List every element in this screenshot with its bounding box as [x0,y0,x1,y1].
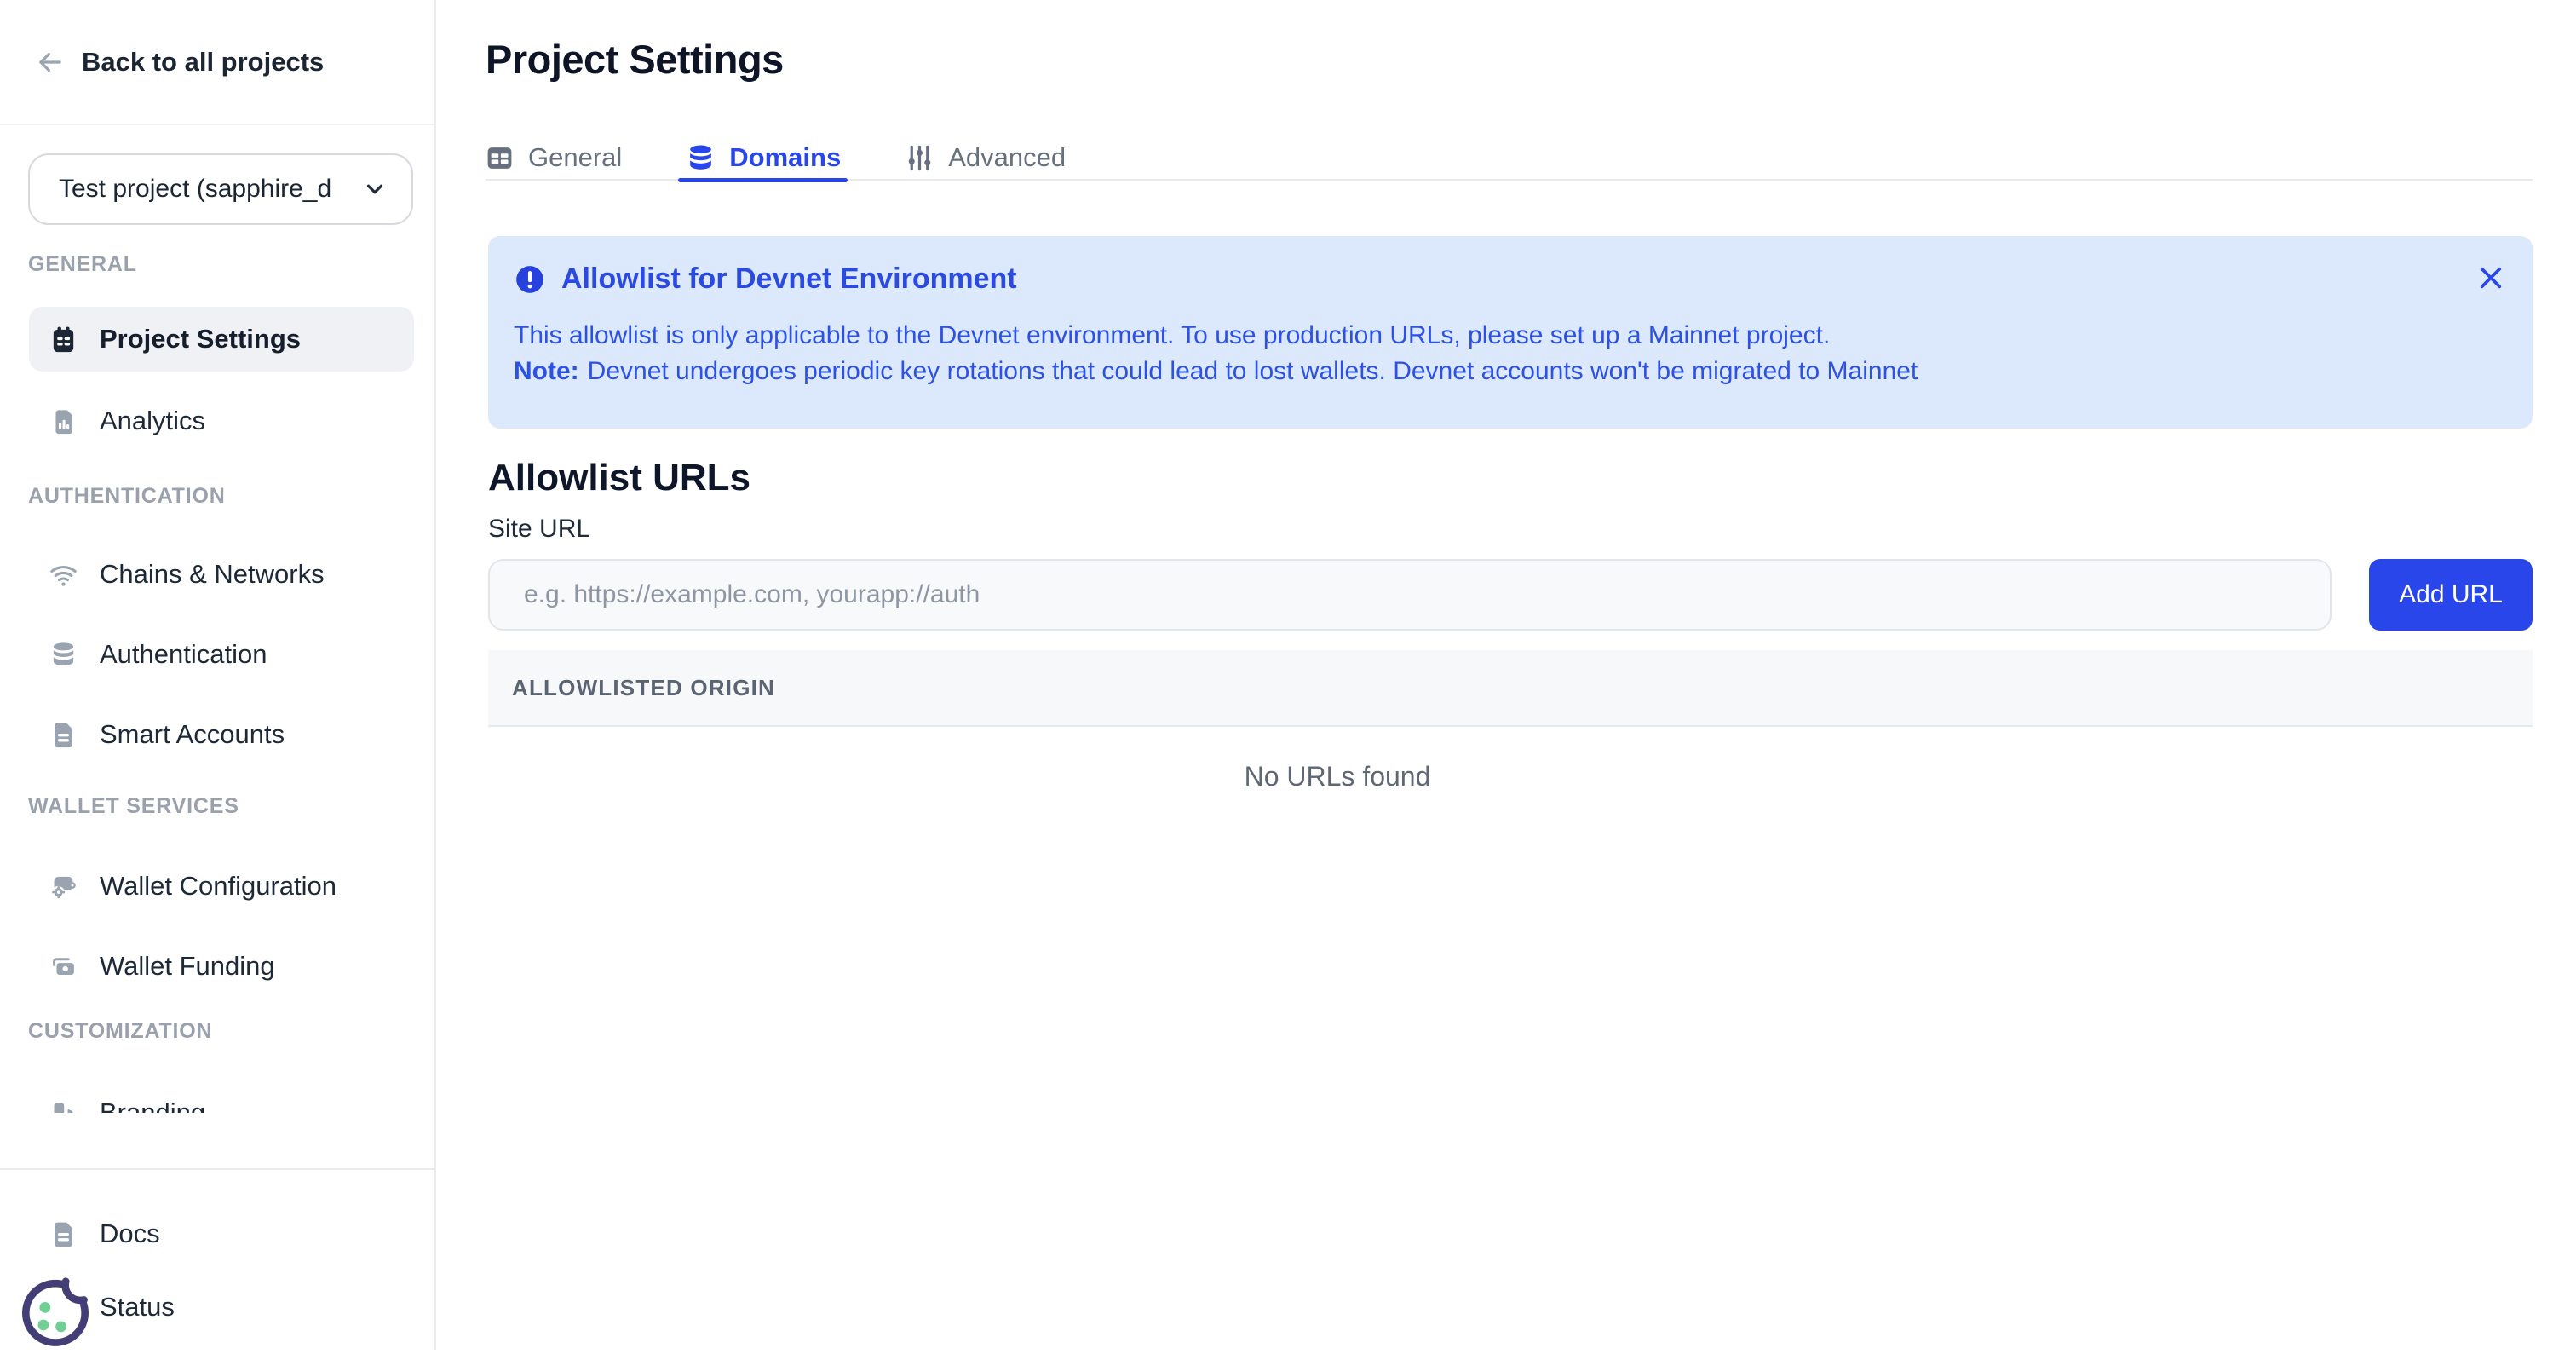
banner-header: Allowlist for Devnet Environment [514,262,1017,296]
database-icon [49,640,78,670]
sidebar-item-analytics[interactable]: Analytics [29,389,414,453]
devnet-allowlist-banner: Allowlist for Devnet Environment This al… [488,236,2533,429]
main-content: Project Settings General Domains Advance… [437,0,2576,1350]
clipboard-icon [49,325,78,354]
allowlist-heading: Allowlist URLs [488,457,750,499]
branding-icon [49,1098,78,1114]
docs-icon [49,1219,78,1249]
sidebar-item-label: Status [100,1292,175,1322]
site-url-label: Site URL [488,515,590,544]
sidebar-nav: Test project (sapphire_d GENERAL Project… [0,125,434,1113]
banner-line1: This allowlist is only applicable to the… [514,318,1918,354]
sidebar-item-label: Wallet Configuration [100,871,336,902]
table-header-row: ALLOWLISTED ORIGIN [488,650,2533,727]
cookie-consent-icon[interactable] [17,1273,94,1350]
sidebar-item-wallet-funding[interactable]: Wallet Funding [29,934,414,999]
app-window: Back to all projects Test project (sapph… [0,0,2576,1350]
sidebar-item-label: Chains & Networks [100,559,325,590]
section-label-authentication: AUTHENTICATION [28,484,226,509]
banner-body: This allowlist is only applicable to the… [514,318,1918,389]
database-icon [685,142,716,174]
sidebar-item-label: Authentication [100,639,267,670]
sidebar-item-authentication[interactable]: Authentication [29,622,414,687]
page-title: Project Settings [486,36,784,83]
back-label: Back to all projects [82,47,324,78]
back-arrow-icon [34,46,66,78]
sidebar-item-wallet-configuration[interactable]: Wallet Configuration [29,854,414,919]
site-url-input[interactable] [488,559,2332,631]
grid-icon [484,142,515,174]
sidebar-item-label: Wallet Funding [100,951,275,982]
project-selector-value: Test project (sapphire_d [59,175,354,204]
empty-state-message: No URLs found [488,727,2187,792]
sidebar-item-smart-accounts[interactable]: Smart Accounts [29,702,414,767]
tab-label: General [528,142,622,173]
chevron-down-icon [362,176,388,202]
section-label-customization: CUSTOMIZATION [28,1019,212,1044]
banner-title: Allowlist for Devnet Environment [561,262,1017,296]
tab-bar: General Domains Advanced [484,135,1066,181]
sidebar-item-label: Branding [100,1098,205,1113]
tab-advanced[interactable]: Advanced [904,135,1066,181]
sidebar: Back to all projects Test project (sapph… [0,0,436,1350]
file-icon [49,720,78,750]
banner-close-button[interactable] [2475,262,2507,294]
sidebar-item-label: Docs [100,1219,160,1249]
section-label-wallet-services: WALLET SERVICES [28,794,239,819]
sidebar-item-chains-networks[interactable]: Chains & Networks [29,542,414,607]
banknote-icon [49,952,78,982]
banner-note: Note: Devnet undergoes periodic key rotat… [514,354,1918,389]
sidebar-item-label: Project Settings [100,324,301,354]
tab-general[interactable]: General [484,135,622,181]
sidebar-item-project-settings[interactable]: Project Settings [29,307,414,372]
project-selector[interactable]: Test project (sapphire_d [28,153,413,225]
back-to-projects-link[interactable]: Back to all projects [0,0,434,125]
allowlist-table: ALLOWLISTED ORIGIN No URLs found [488,650,2533,792]
banner-note-text: Devnet undergoes periodic key rotations … [588,357,1918,385]
sidebar-item-label: Analytics [100,406,205,436]
add-url-button[interactable]: Add URL [2369,559,2533,631]
wallet-gear-icon [49,872,78,902]
info-icon [514,263,546,296]
tab-label: Advanced [948,142,1066,173]
column-header-allowlisted-origin: ALLOWLISTED ORIGIN [512,675,775,701]
sidebar-item-label: Smart Accounts [100,719,285,750]
tab-label: Domains [729,142,841,173]
banner-note-label: Note: [514,357,579,385]
sliders-icon [904,142,935,174]
section-label-general: GENERAL [28,252,137,277]
tab-domains[interactable]: Domains [685,135,841,181]
sidebar-item-branding[interactable]: Branding [29,1080,414,1113]
sidebar-item-docs[interactable]: Docs [29,1201,414,1266]
analytics-icon [49,406,78,436]
wifi-icon [49,560,78,590]
